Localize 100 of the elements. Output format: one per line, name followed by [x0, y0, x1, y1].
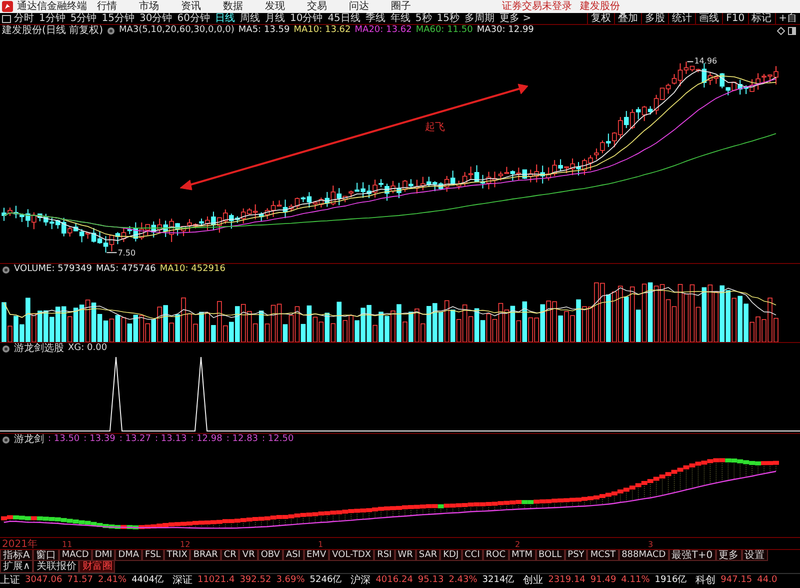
volume-reading: MA10: 452916 — [160, 264, 226, 275]
volume-reading: VOLUME: 579349 — [14, 264, 92, 275]
date-label: 2021年 — [2, 539, 38, 549]
indicator-tab[interactable]: CCI — [462, 550, 483, 561]
date-label: 1 — [318, 540, 324, 549]
menu-item[interactable]: 行情 — [97, 0, 117, 13]
menu-item[interactable]: 圈子 — [391, 0, 411, 13]
chart-tool-button[interactable]: 画线 — [695, 13, 722, 24]
period-tab[interactable]: 15秒 — [436, 13, 460, 24]
chart-tool-button[interactable]: +自 — [774, 13, 800, 24]
app-title: 通达信金融终端 — [17, 0, 87, 13]
indicator-tab[interactable]: TRIX — [164, 550, 190, 561]
date-label: 2 — [515, 540, 520, 549]
chart-tool-button[interactable]: 多股 — [641, 13, 668, 24]
indicator-tab[interactable]: ROC — [482, 550, 508, 561]
indicator-tab[interactable]: VR — [239, 550, 258, 561]
indicator-value: : 13.13 — [155, 434, 187, 445]
menu-item[interactable]: 发现 — [265, 0, 285, 13]
stock-title: 建发股份(日线 前复权) — [2, 25, 103, 36]
menu-item[interactable]: 交易 — [307, 0, 327, 13]
index-name: 创业 — [523, 574, 544, 587]
chart-tool-button[interactable]: F10 — [722, 13, 748, 24]
leader-line — [106, 252, 118, 254]
date-label: 12 — [180, 540, 190, 549]
menu-item[interactable]: 市场 — [139, 0, 159, 13]
indicator-tab[interactable]: 更多 — [716, 550, 742, 561]
menu-item[interactable]: 问达 — [349, 0, 369, 13]
turnover-amount: 5246亿 — [310, 574, 342, 587]
volume-reading: MA5: 475746 — [96, 264, 156, 275]
indicator-tab[interactable]: BOLL — [536, 550, 565, 561]
indicator-tab[interactable]: 指标A — [0, 550, 33, 561]
chart-tool-button[interactable]: 复权 — [587, 13, 614, 24]
period-tab[interactable]: 日线 — [214, 13, 235, 24]
period-tab[interactable]: 多周期 — [464, 13, 495, 24]
indicator-tab[interactable]: MTM — [508, 550, 536, 561]
indicator-tab[interactable]: 最强T+0 — [668, 550, 716, 561]
ma-reading: MA5: 13.59 — [238, 25, 290, 36]
indicator-tab[interactable]: VOL-TDX — [329, 550, 374, 561]
indicator-tab[interactable]: DMI — [92, 550, 116, 561]
indicator-tab[interactable]: MCST — [587, 550, 619, 561]
period-tab[interactable]: 更多 > — [500, 13, 532, 24]
diamond-icon[interactable] — [777, 26, 785, 34]
indicator-tab[interactable]: EMV — [304, 550, 330, 561]
chart-tool-button[interactable]: 标记 — [748, 13, 775, 24]
indicator-tab[interactable]: 设置 — [742, 550, 768, 561]
chart-tool-button[interactable]: 叠加 — [614, 13, 642, 24]
indicator-tab[interactable]: PSY — [564, 550, 588, 561]
circle-icon[interactable] — [2, 436, 10, 444]
period-tab[interactable]: 30分钟 — [139, 13, 172, 24]
indicator-tab[interactable]: DMA — [115, 550, 142, 561]
index-percent: 3.69% — [276, 574, 305, 587]
menu-item[interactable]: 数据 — [223, 0, 243, 13]
indicator-tab[interactable]: 888MACD — [618, 550, 669, 561]
notice-text[interactable]: 证券交易未登录 — [502, 0, 572, 13]
menu-item[interactable]: 资讯 — [181, 0, 201, 13]
formula-text: MA3(5,10,20,60,30,0,0,0) — [118, 25, 234, 36]
circle-icon[interactable] — [106, 26, 115, 34]
date-label: 11 — [62, 540, 72, 549]
period-tab[interactable]: 1分钟 — [39, 13, 66, 24]
period-tab[interactable]: 月线 — [264, 13, 285, 24]
period-tab[interactable]: 分时 — [14, 13, 34, 24]
period-tab[interactable]: 15分钟 — [102, 13, 134, 24]
index-change: 392.52 — [240, 574, 272, 587]
index-change: 71.57 — [67, 574, 93, 587]
date-label: 3 — [648, 540, 654, 549]
indicator-tab[interactable]: CR — [220, 550, 240, 561]
indicator-tab[interactable]: OBV — [258, 550, 283, 561]
annotation-text: 起飞 — [425, 122, 445, 133]
panel-toggle-icon[interactable] — [2, 14, 11, 22]
period-tab[interactable]: 10分钟 — [290, 13, 323, 24]
circle-icon[interactable] — [2, 344, 10, 352]
index-change: 95.13 — [418, 574, 444, 587]
indicator-value: : 13.27 — [119, 434, 152, 445]
indicator-tab[interactable]: SAR — [416, 550, 440, 561]
circle-icon[interactable] — [2, 266, 10, 274]
period-tab[interactable]: 45日线 — [328, 13, 360, 24]
notice-text[interactable]: 建发股份 — [580, 0, 620, 13]
index-percent: 4.11% — [621, 574, 650, 587]
period-tab[interactable]: 季线 — [365, 13, 386, 24]
window-icon[interactable] — [788, 26, 796, 34]
indicator-tab[interactable]: RSI — [374, 550, 395, 561]
index-percent: 2.43% — [448, 574, 478, 587]
index-name: 沪深 — [350, 574, 371, 587]
turnover-amount: 1916亿 — [654, 574, 687, 587]
signal-reading: XG: 0.00 — [68, 343, 108, 354]
period-tab[interactable]: 周线 — [240, 13, 260, 24]
indicator-tab[interactable]: MACD — [58, 550, 92, 561]
ma-reading: MA20: 13.62 — [354, 25, 412, 36]
indicator-tab[interactable]: ASI — [282, 550, 304, 561]
period-tab[interactable]: 5秒 — [415, 13, 432, 24]
period-tab[interactable]: 60分钟 — [177, 13, 210, 24]
index-name: 科创 — [696, 574, 716, 587]
period-tab[interactable]: 年线 — [390, 13, 410, 24]
indicator-tab[interactable]: FSL — [142, 550, 164, 561]
indicator-value: : 13.50 — [48, 434, 80, 445]
indicator-tab[interactable]: KDJ — [440, 550, 462, 561]
period-tab[interactable]: 5分钟 — [70, 13, 97, 24]
indicator-tab[interactable]: BRAR — [190, 550, 221, 561]
indicator-tab[interactable]: WR — [394, 550, 416, 561]
ma-reading: MA10: 13.62 — [294, 25, 351, 36]
